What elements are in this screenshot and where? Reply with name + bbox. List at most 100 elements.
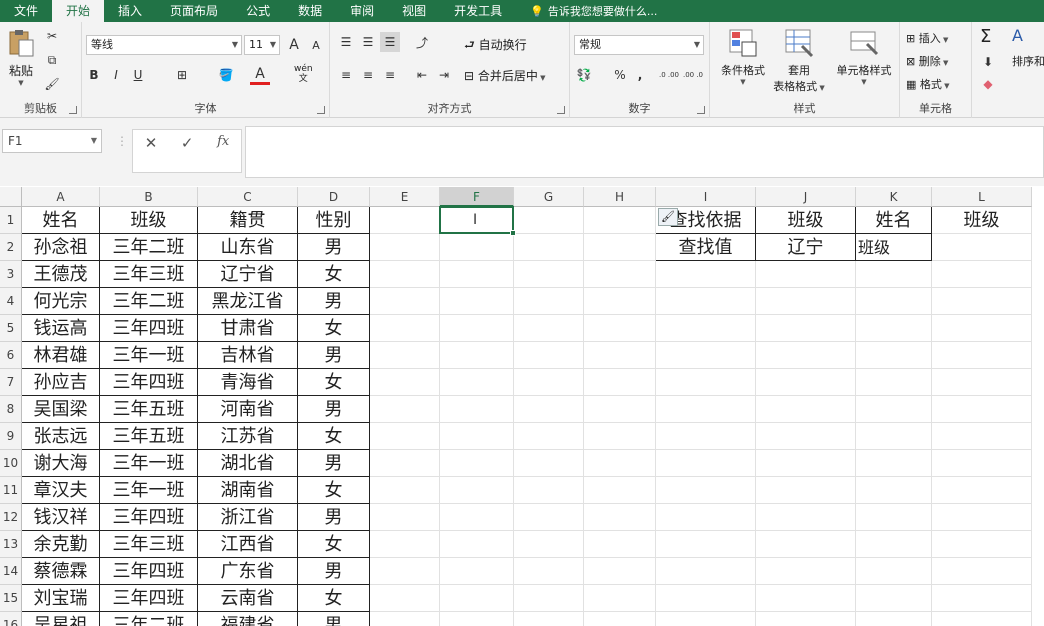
cell-l15[interactable] bbox=[932, 585, 1032, 612]
cell-g2[interactable] bbox=[514, 234, 584, 261]
cell-l9[interactable] bbox=[932, 423, 1032, 450]
column-header-g[interactable]: G bbox=[514, 187, 584, 207]
cell-j1[interactable]: 班级 bbox=[756, 207, 856, 234]
cell-e2[interactable] bbox=[370, 234, 440, 261]
cell-j13[interactable] bbox=[756, 531, 856, 558]
cell-f4[interactable] bbox=[440, 288, 514, 315]
row-header-1[interactable]: 1 bbox=[0, 207, 22, 234]
cut-icon[interactable]: ✂ bbox=[42, 26, 62, 46]
bold-button[interactable]: B bbox=[84, 65, 104, 85]
cell-h13[interactable] bbox=[584, 531, 656, 558]
cell-i16[interactable] bbox=[656, 612, 756, 626]
cell-e14[interactable] bbox=[370, 558, 440, 585]
fill-color-icon[interactable]: 🪣 bbox=[216, 65, 236, 85]
align-top-icon[interactable]: ☰ bbox=[336, 32, 356, 52]
cell-l12[interactable] bbox=[932, 504, 1032, 531]
cell-e6[interactable] bbox=[370, 342, 440, 369]
cell-j10[interactable] bbox=[756, 450, 856, 477]
cell-a10[interactable]: 谢大海 bbox=[22, 450, 100, 477]
cell-d5[interactable]: 女 bbox=[298, 315, 370, 342]
cell-f10[interactable] bbox=[440, 450, 514, 477]
column-header-k[interactable]: K bbox=[856, 187, 932, 207]
cell-l3[interactable] bbox=[932, 261, 1032, 288]
cell-g10[interactable] bbox=[514, 450, 584, 477]
insert-function-icon[interactable]: fx bbox=[217, 134, 229, 149]
cell-b10[interactable]: 三年一班 bbox=[100, 450, 198, 477]
cell-f15[interactable] bbox=[440, 585, 514, 612]
cell-e10[interactable] bbox=[370, 450, 440, 477]
cell-j16[interactable] bbox=[756, 612, 856, 626]
column-header-i[interactable]: I bbox=[656, 187, 756, 207]
sort-filter-button[interactable]: A 排序和 bbox=[1012, 26, 1044, 69]
cell-d16[interactable]: 男 bbox=[298, 612, 370, 626]
number-launcher-icon[interactable] bbox=[697, 106, 705, 114]
cell-b6[interactable]: 三年一班 bbox=[100, 342, 198, 369]
cell-f2[interactable] bbox=[440, 234, 514, 261]
row-header-16[interactable]: 16 bbox=[0, 612, 22, 626]
alignment-launcher-icon[interactable] bbox=[557, 106, 565, 114]
fill-icon[interactable]: ⬇ bbox=[978, 52, 998, 72]
cell-f7[interactable] bbox=[440, 369, 514, 396]
cell-i12[interactable] bbox=[656, 504, 756, 531]
font-name-combo[interactable]: 等线 ▼ bbox=[86, 35, 242, 55]
cell-k6[interactable] bbox=[856, 342, 932, 369]
row-header-11[interactable]: 11 bbox=[0, 477, 22, 504]
cell-a4[interactable]: 何光宗 bbox=[22, 288, 100, 315]
cell-j14[interactable] bbox=[756, 558, 856, 585]
enter-icon[interactable]: ✓ bbox=[181, 134, 194, 152]
cell-b9[interactable]: 三年五班 bbox=[100, 423, 198, 450]
row-header-8[interactable]: 8 bbox=[0, 396, 22, 423]
cell-i9[interactable] bbox=[656, 423, 756, 450]
cell-g8[interactable] bbox=[514, 396, 584, 423]
column-header-c[interactable]: C bbox=[198, 187, 298, 207]
cell-l14[interactable] bbox=[932, 558, 1032, 585]
cell-c13[interactable]: 江西省 bbox=[198, 531, 298, 558]
cell-e11[interactable] bbox=[370, 477, 440, 504]
cell-e15[interactable] bbox=[370, 585, 440, 612]
align-middle-icon[interactable]: ☰ bbox=[358, 32, 378, 52]
cell-j2[interactable]: 辽宁 bbox=[756, 234, 856, 261]
align-left-icon[interactable]: ≡ bbox=[336, 65, 356, 85]
cell-a11[interactable]: 章汉夫 bbox=[22, 477, 100, 504]
cell-styles-button[interactable]: 单元格样式 ▼ bbox=[830, 28, 898, 86]
cell-d11[interactable]: 女 bbox=[298, 477, 370, 504]
cell-e9[interactable] bbox=[370, 423, 440, 450]
cell-j15[interactable] bbox=[756, 585, 856, 612]
currency-icon[interactable]: 💱 bbox=[574, 65, 594, 85]
cell-d1[interactable]: 性别 bbox=[298, 207, 370, 234]
cell-k4[interactable] bbox=[856, 288, 932, 315]
cell-e7[interactable] bbox=[370, 369, 440, 396]
cell-k8[interactable] bbox=[856, 396, 932, 423]
cell-c6[interactable]: 吉林省 bbox=[198, 342, 298, 369]
cell-l1[interactable]: 班级 bbox=[932, 207, 1032, 234]
cell-l13[interactable] bbox=[932, 531, 1032, 558]
row-header-2[interactable]: 2 bbox=[0, 234, 22, 261]
align-center-icon[interactable]: ≡ bbox=[358, 65, 378, 85]
cell-f13[interactable] bbox=[440, 531, 514, 558]
cell-l16[interactable] bbox=[932, 612, 1032, 626]
cell-k13[interactable] bbox=[856, 531, 932, 558]
cell-d3[interactable]: 女 bbox=[298, 261, 370, 288]
row-header-14[interactable]: 14 bbox=[0, 558, 22, 585]
cell-l8[interactable] bbox=[932, 396, 1032, 423]
cell-f11[interactable] bbox=[440, 477, 514, 504]
column-header-f[interactable]: F bbox=[440, 187, 514, 207]
cell-l4[interactable] bbox=[932, 288, 1032, 315]
format-cells-button[interactable]: ▦ 格式 ▼ bbox=[906, 76, 950, 92]
tell-me-search[interactable]: 💡 告诉我您想要做什么... bbox=[530, 3, 657, 19]
cell-b5[interactable]: 三年四班 bbox=[100, 315, 198, 342]
cell-a14[interactable]: 蔡德霖 bbox=[22, 558, 100, 585]
paste-button[interactable]: 粘贴 ▼ bbox=[4, 28, 38, 88]
tab-view[interactable]: 视图 bbox=[388, 0, 440, 22]
cell-h16[interactable] bbox=[584, 612, 656, 626]
column-header-b[interactable]: B bbox=[100, 187, 198, 207]
underline-button[interactable]: U bbox=[128, 65, 148, 85]
cell-k10[interactable] bbox=[856, 450, 932, 477]
phonetic-button[interactable]: wén 文 bbox=[294, 64, 313, 84]
cell-j4[interactable] bbox=[756, 288, 856, 315]
cell-b7[interactable]: 三年四班 bbox=[100, 369, 198, 396]
cell-g11[interactable] bbox=[514, 477, 584, 504]
percent-button[interactable]: % bbox=[610, 65, 630, 85]
cell-f5[interactable] bbox=[440, 315, 514, 342]
cell-k14[interactable] bbox=[856, 558, 932, 585]
